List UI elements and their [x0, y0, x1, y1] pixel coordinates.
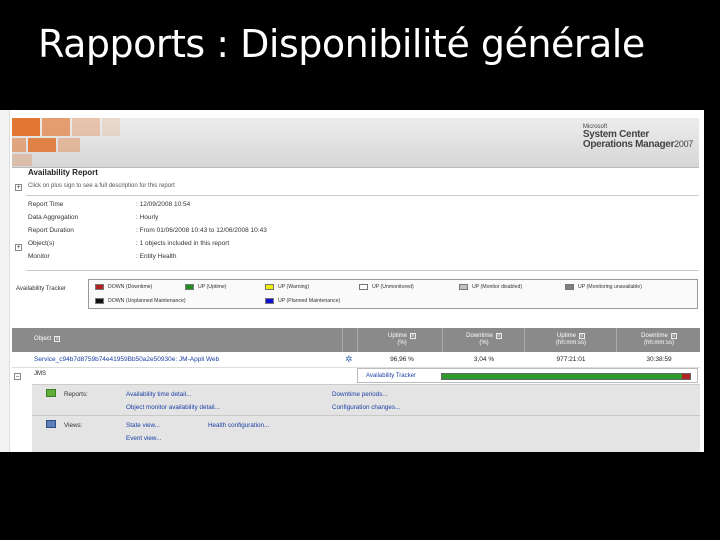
tracker-legend-label: Availability Tracker	[16, 286, 66, 292]
report-hint: Click on plus sign to see a full descrip…	[28, 183, 175, 189]
legend-swatch	[459, 284, 468, 290]
reports-label: Reports:	[64, 391, 88, 398]
uptime-pct-value: 96,96 %	[390, 356, 414, 363]
object-link[interactable]: Service_c94b7d8759b74e41959Bb50a2e50930e…	[34, 356, 219, 363]
object-monitor-detail-link[interactable]: Object monitor availability detail...	[126, 404, 220, 411]
expand-objects-icon[interactable]: +	[15, 244, 22, 251]
views-label: Views:	[64, 422, 83, 429]
legend-item: UP (Unmonitored)	[359, 284, 414, 290]
column-header-downtime-hms[interactable]: Downtime ≡ (hh:mm:ss)	[618, 333, 700, 347]
legend-swatch	[185, 284, 194, 290]
downtime-pct-value: 3,04 %	[473, 356, 495, 363]
sort-icon[interactable]: ≡	[579, 333, 585, 339]
divider	[26, 195, 699, 196]
legend-swatch	[359, 284, 368, 290]
expand-description-icon[interactable]: +	[15, 184, 22, 191]
report-icon	[46, 389, 56, 397]
health-configuration-link[interactable]: Health configuration...	[208, 422, 269, 429]
downtime-periods-link[interactable]: Downtime periods...	[332, 391, 388, 398]
legend-item: DOWN (Downtime)	[95, 284, 152, 290]
view-icon	[46, 420, 56, 428]
uptime-hms-value: 977:21:01	[556, 356, 586, 363]
subobject-label: JMS	[34, 371, 46, 377]
legend-swatch	[95, 298, 104, 304]
gear-icon[interactable]: ✲	[345, 354, 353, 365]
downtime-hms-value: 30:38:59	[646, 356, 672, 363]
event-view-link[interactable]: Event view...	[126, 435, 161, 442]
collapse-row-icon[interactable]: −	[14, 373, 21, 380]
left-scroll-edge	[0, 110, 10, 452]
legend-swatch	[265, 298, 274, 304]
scom-logo: Microsoft System Center Operations Manag…	[582, 124, 693, 150]
divider	[26, 270, 699, 271]
column-header-object[interactable]: Object ≡	[34, 336, 61, 343]
legend-item: UP (Monitoring unavailable)	[565, 284, 642, 290]
slide-title: Rapports : Disponibilité générale	[38, 22, 645, 66]
report-screenshot: Microsoft System Center Operations Manag…	[0, 110, 704, 452]
legend-swatch	[95, 284, 104, 290]
configuration-changes-link[interactable]: Configuration changes...	[332, 404, 400, 411]
availability-bar	[441, 373, 691, 380]
tracker-row: − JMS Availability Tracker	[12, 368, 700, 383]
sort-icon[interactable]: ≡	[410, 333, 416, 339]
sort-icon[interactable]: ≡	[670, 333, 677, 339]
column-header-downtime-pct[interactable]: Downtime ≡ (%)	[444, 333, 524, 347]
availability-tracker-link[interactable]: Availability Tracker	[366, 373, 416, 379]
legend-item: DOWN (Unplanned Maintenance)	[95, 298, 186, 304]
sort-icon[interactable]: ≡	[54, 336, 61, 342]
legend-item: UP (Monitor disabled)	[459, 284, 522, 290]
tracker-legend: DOWN (Downtime) UP (Uptime) UP (Warning)…	[88, 279, 698, 309]
report-banner: Microsoft System Center Operations Manag…	[12, 118, 699, 168]
legend-swatch	[265, 284, 274, 290]
availability-time-detail-link[interactable]: Availability time detail...	[126, 391, 191, 398]
tracker-box: Availability Tracker	[357, 368, 698, 383]
detail-panel: Reports: Availability time detail... Dow…	[32, 384, 700, 452]
grid-header: Object ≡ Uptime ≡ (%) Downtime ≡ (%) Uptime ≡(…	[12, 328, 700, 352]
downtime-segment	[682, 374, 690, 379]
legend-item: UP (Uptime)	[185, 284, 226, 290]
legend-item: UP (Warning)	[265, 284, 309, 290]
legend-swatch	[565, 284, 574, 290]
column-header-uptime-hms[interactable]: Uptime ≡ (hh:mm:ss)	[526, 333, 616, 347]
state-view-link[interactable]: State view...	[126, 422, 160, 429]
column-header-uptime-pct[interactable]: Uptime ≡ (%)	[362, 333, 442, 347]
table-row: Service_c94b7d8759b74e41959Bb50a2e50930e…	[12, 352, 700, 368]
sort-icon[interactable]: ≡	[495, 333, 502, 339]
report-title: Availability Report	[28, 168, 98, 177]
legend-item: UP (Planned Maintenance)	[265, 298, 340, 304]
